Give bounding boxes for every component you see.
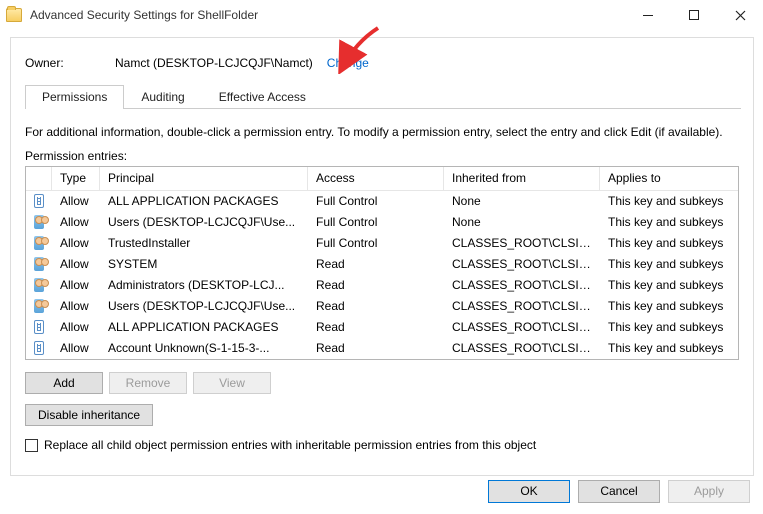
disable-inheritance-button[interactable]: Disable inheritance (25, 404, 153, 426)
replace-checkbox-row: Replace all child object permission entr… (25, 438, 739, 452)
cell-type: Allow (52, 256, 100, 273)
cell-inherited: CLASSES_ROOT\CLSID... (444, 277, 600, 294)
cell-access: Read (308, 319, 444, 336)
cell-access: Full Control (308, 214, 444, 231)
cell-access: Full Control (308, 193, 444, 210)
table-row[interactable]: AllowTrustedInstallerFull ControlCLASSES… (26, 233, 738, 254)
maximize-button[interactable] (671, 0, 717, 30)
cell-type: Allow (52, 298, 100, 315)
entry-buttons: Add Remove View (25, 372, 739, 394)
window-controls (625, 0, 763, 30)
dialog-footer: OK Cancel Apply (0, 476, 763, 514)
owner-value: Namct (DESKTOP-LCJCQJF\Namct) (115, 56, 313, 70)
principal-icon (26, 256, 52, 273)
cell-inherited: None (444, 214, 600, 231)
tab-auditing[interactable]: Auditing (124, 85, 201, 109)
cell-type: Allow (52, 214, 100, 231)
table-body: AllowALL APPLICATION PACKAGESFull Contro… (26, 191, 738, 359)
cell-principal: Account Unknown(S-1-15-3-... (100, 340, 308, 357)
cell-applies: This key and subkeys (600, 298, 738, 315)
apply-button: Apply (668, 480, 750, 503)
principal-icon (26, 298, 52, 315)
cell-principal: ALL APPLICATION PACKAGES (100, 193, 308, 210)
view-button: View (193, 372, 271, 394)
table-row[interactable]: AllowALL APPLICATION PACKAGESReadCLASSES… (26, 317, 738, 338)
minimize-button[interactable] (625, 0, 671, 30)
entries-label: Permission entries: (25, 149, 739, 163)
principal-icon (26, 319, 52, 336)
col-icon[interactable] (26, 167, 52, 190)
add-button[interactable]: Add (25, 372, 103, 394)
cell-principal: TrustedInstaller (100, 235, 308, 252)
owner-label: Owner: (25, 56, 115, 70)
folder-icon (6, 8, 22, 22)
col-inherited[interactable]: Inherited from (444, 167, 600, 190)
cell-type: Allow (52, 340, 100, 357)
cell-principal: SYSTEM (100, 256, 308, 273)
principal-icon (26, 235, 52, 252)
remove-button: Remove (109, 372, 187, 394)
cell-access: Read (308, 298, 444, 315)
replace-checkbox[interactable] (25, 439, 38, 452)
titlebar: Advanced Security Settings for ShellFold… (0, 0, 763, 30)
instruction-text: For additional information, double-click… (25, 125, 739, 139)
window-title: Advanced Security Settings for ShellFold… (30, 8, 625, 22)
change-owner-link[interactable]: Change (327, 56, 369, 70)
cell-applies: This key and subkeys (600, 214, 738, 231)
tab-permissions[interactable]: Permissions (25, 85, 124, 109)
cell-type: Allow (52, 235, 100, 252)
replace-checkbox-label: Replace all child object permission entr… (44, 438, 536, 452)
cell-applies: This key and subkeys (600, 340, 738, 357)
cell-applies: This key and subkeys (600, 235, 738, 252)
cell-inherited: CLASSES_ROOT\CLSID... (444, 298, 600, 315)
cell-access: Full Control (308, 235, 444, 252)
tabs: Permissions Auditing Effective Access (25, 84, 741, 109)
table-row[interactable]: AllowAccount Unknown(S-1-15-3-...ReadCLA… (26, 338, 738, 359)
cell-principal: Users (DESKTOP-LCJCQJF\Use... (100, 298, 308, 315)
cell-type: Allow (52, 319, 100, 336)
cell-inherited: CLASSES_ROOT\CLSID... (444, 319, 600, 336)
principal-icon (26, 340, 52, 357)
cell-access: Read (308, 340, 444, 357)
tab-effective-access[interactable]: Effective Access (202, 85, 323, 109)
col-principal[interactable]: Principal (100, 167, 308, 190)
cell-inherited: None (444, 193, 600, 210)
table-row[interactable]: AllowSYSTEMReadCLASSES_ROOT\CLSID...This… (26, 254, 738, 275)
permissions-table: Type Principal Access Inherited from App… (25, 166, 739, 360)
cell-principal: Administrators (DESKTOP-LCJ... (100, 277, 308, 294)
cell-principal: ALL APPLICATION PACKAGES (100, 319, 308, 336)
table-row[interactable]: AllowUsers (DESKTOP-LCJCQJF\Use...Full C… (26, 212, 738, 233)
owner-row: Owner: Namct (DESKTOP-LCJCQJF\Namct) Cha… (25, 56, 741, 70)
col-applies[interactable]: Applies to (600, 167, 738, 190)
cell-access: Read (308, 277, 444, 294)
cell-inherited: CLASSES_ROOT\CLSID... (444, 235, 600, 252)
cell-applies: This key and subkeys (600, 193, 738, 210)
principal-icon (26, 277, 52, 294)
principal-icon (26, 214, 52, 231)
inheritance-buttons: Disable inheritance (25, 404, 739, 426)
principal-icon (26, 193, 52, 210)
col-type[interactable]: Type (52, 167, 100, 190)
cell-applies: This key and subkeys (600, 256, 738, 273)
ok-button[interactable]: OK (488, 480, 570, 503)
table-header: Type Principal Access Inherited from App… (26, 167, 738, 191)
cell-type: Allow (52, 277, 100, 294)
content-panel: Owner: Namct (DESKTOP-LCJCQJF\Namct) Cha… (10, 37, 754, 476)
cell-principal: Users (DESKTOP-LCJCQJF\Use... (100, 214, 308, 231)
table-row[interactable]: AllowAdministrators (DESKTOP-LCJ...ReadC… (26, 275, 738, 296)
cell-type: Allow (52, 193, 100, 210)
close-button[interactable] (717, 0, 763, 30)
cell-access: Read (308, 256, 444, 273)
cancel-button[interactable]: Cancel (578, 480, 660, 503)
cell-applies: This key and subkeys (600, 277, 738, 294)
col-access[interactable]: Access (308, 167, 444, 190)
table-row[interactable]: AllowUsers (DESKTOP-LCJCQJF\Use...ReadCL… (26, 296, 738, 317)
cell-applies: This key and subkeys (600, 319, 738, 336)
cell-inherited: CLASSES_ROOT\CLSID... (444, 340, 600, 357)
table-row[interactable]: AllowALL APPLICATION PACKAGESFull Contro… (26, 191, 738, 212)
cell-inherited: CLASSES_ROOT\CLSID... (444, 256, 600, 273)
